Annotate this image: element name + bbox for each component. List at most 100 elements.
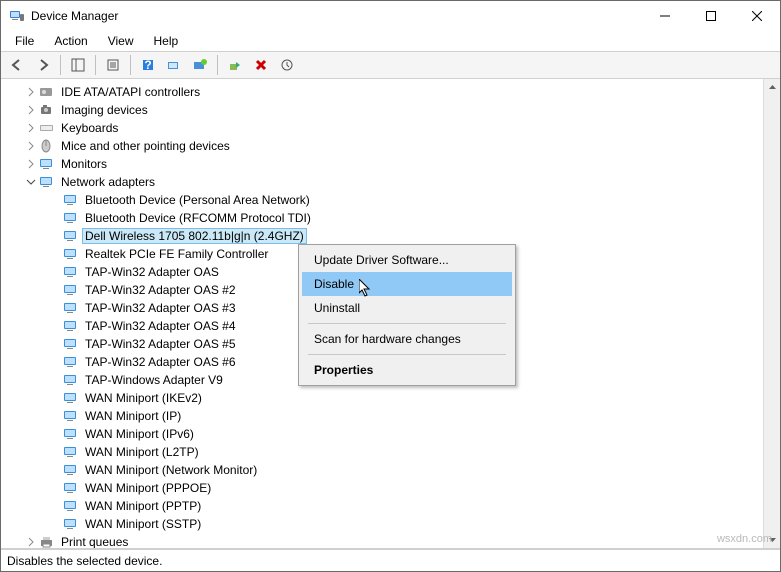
menu-view[interactable]: View	[100, 32, 142, 50]
tree-device[interactable]: WAN Miniport (IP)	[1, 407, 763, 425]
menu-item[interactable]: Properties	[302, 358, 512, 382]
category-label: Monitors	[59, 157, 109, 171]
category-label: Print queues	[59, 535, 130, 548]
printer-icon	[39, 534, 55, 548]
device-label: WAN Miniport (L2TP)	[83, 445, 201, 459]
device-label: WAN Miniport (IPv6)	[83, 427, 196, 441]
help-button[interactable]: ?	[136, 53, 160, 77]
scan-button[interactable]	[162, 53, 186, 77]
menu-item[interactable]: Scan for hardware changes	[302, 327, 512, 351]
device-label: TAP-Windows Adapter V9	[83, 373, 225, 387]
device-label: WAN Miniport (Network Monitor)	[83, 463, 259, 477]
device-label: TAP-Win32 Adapter OAS #5	[83, 337, 238, 351]
device-label: TAP-Win32 Adapter OAS #2	[83, 283, 238, 297]
scroll-track[interactable]	[764, 96, 780, 531]
close-button[interactable]	[734, 1, 780, 31]
menu-action[interactable]: Action	[46, 32, 95, 50]
device-label: WAN Miniport (PPPOE)	[83, 481, 213, 495]
category-label: IDE ATA/ATAPI controllers	[59, 85, 202, 99]
tree-device[interactable]: WAN Miniport (IKEv2)	[1, 389, 763, 407]
tree-category[interactable]: Network adapters	[1, 173, 763, 191]
network-adapter-icon	[63, 390, 79, 406]
tree-category[interactable]: Monitors	[1, 155, 763, 173]
network-adapter-icon	[63, 408, 79, 424]
category-label: Network adapters	[59, 175, 157, 189]
tree-device[interactable]: WAN Miniport (L2TP)	[1, 443, 763, 461]
network-adapter-icon	[63, 426, 79, 442]
network-adapter-icon	[63, 192, 79, 208]
separator	[95, 55, 96, 75]
tree-category[interactable]: Print queues	[1, 533, 763, 548]
expand-icon[interactable]	[25, 104, 37, 116]
watermark: wsxdn.com	[717, 533, 772, 545]
network-adapter-icon	[63, 264, 79, 280]
network-adapter-icon	[63, 300, 79, 316]
network-adapter-icon	[63, 354, 79, 370]
expand-icon[interactable]	[25, 158, 37, 170]
tree-device[interactable]: WAN Miniport (IPv6)	[1, 425, 763, 443]
network-adapter-icon	[63, 336, 79, 352]
device-label: WAN Miniport (PPTP)	[83, 499, 203, 513]
tree-device[interactable]: WAN Miniport (SSTP)	[1, 515, 763, 533]
network-adapter-icon	[63, 372, 79, 388]
device-manager-window: Device Manager File Action View Help ? I…	[0, 0, 781, 572]
scroll-up-button[interactable]	[764, 79, 780, 96]
tree-category[interactable]: Keyboards	[1, 119, 763, 137]
scan-hardware-button[interactable]	[275, 53, 299, 77]
properties-button[interactable]	[101, 53, 125, 77]
back-button[interactable]	[5, 53, 29, 77]
vertical-scrollbar[interactable]	[763, 79, 780, 548]
show-hide-tree-button[interactable]	[66, 53, 90, 77]
network-adapter-icon	[63, 516, 79, 532]
network-adapter-icon	[63, 444, 79, 460]
storage-icon	[39, 84, 55, 100]
menu-item[interactable]: Disable	[302, 272, 512, 296]
tree-device[interactable]: Bluetooth Device (Personal Area Network)	[1, 191, 763, 209]
device-label: Bluetooth Device (Personal Area Network)	[83, 193, 312, 207]
tree-device[interactable]: WAN Miniport (PPTP)	[1, 497, 763, 515]
tree-device[interactable]: WAN Miniport (PPPOE)	[1, 479, 763, 497]
menu-item[interactable]: Update Driver Software...	[302, 248, 512, 272]
maximize-button[interactable]	[688, 1, 734, 31]
tree-device[interactable]: Bluetooth Device (RFCOMM Protocol TDI)	[1, 209, 763, 227]
network-adapter-icon	[63, 228, 79, 244]
menu-help[interactable]: Help	[146, 32, 187, 50]
device-label: Realtek PCIe FE Family Controller	[83, 247, 270, 261]
status-bar: Disables the selected device.	[1, 549, 780, 571]
expand-icon[interactable]	[25, 140, 37, 152]
update-driver-button[interactable]	[188, 53, 212, 77]
expand-icon[interactable]	[25, 536, 37, 548]
mouse-icon	[39, 138, 55, 154]
status-text: Disables the selected device.	[7, 554, 162, 568]
enable-button[interactable]	[223, 53, 247, 77]
network-adapter-icon	[63, 498, 79, 514]
tree-device[interactable]: Dell Wireless 1705 802.11b|g|n (2.4GHZ)	[1, 227, 763, 245]
forward-button[interactable]	[31, 53, 55, 77]
separator	[217, 55, 218, 75]
toolbar: ?	[1, 51, 780, 79]
menu-file[interactable]: File	[7, 32, 42, 50]
minimize-button[interactable]	[642, 1, 688, 31]
device-label: TAP-Win32 Adapter OAS	[83, 265, 221, 279]
monitor-icon	[39, 156, 55, 172]
tree-device[interactable]: WAN Miniport (Network Monitor)	[1, 461, 763, 479]
category-label: Mice and other pointing devices	[59, 139, 232, 153]
menu-separator	[308, 354, 506, 355]
network-adapter-icon	[63, 318, 79, 334]
menu-item[interactable]: Uninstall	[302, 296, 512, 320]
collapse-icon[interactable]	[25, 176, 37, 188]
tree-category[interactable]: Imaging devices	[1, 101, 763, 119]
expand-icon[interactable]	[25, 86, 37, 98]
category-label: Keyboards	[59, 121, 120, 135]
device-label: WAN Miniport (IP)	[83, 409, 183, 423]
tree-category[interactable]: Mice and other pointing devices	[1, 137, 763, 155]
expand-icon[interactable]	[25, 122, 37, 134]
network-adapter-icon	[63, 462, 79, 478]
tree-category[interactable]: IDE ATA/ATAPI controllers	[1, 83, 763, 101]
title-bar: Device Manager	[1, 1, 780, 31]
device-label: WAN Miniport (SSTP)	[83, 517, 203, 531]
category-label: Imaging devices	[59, 103, 150, 117]
separator	[130, 55, 131, 75]
uninstall-button[interactable]	[249, 53, 273, 77]
network-adapter-icon	[63, 246, 79, 262]
